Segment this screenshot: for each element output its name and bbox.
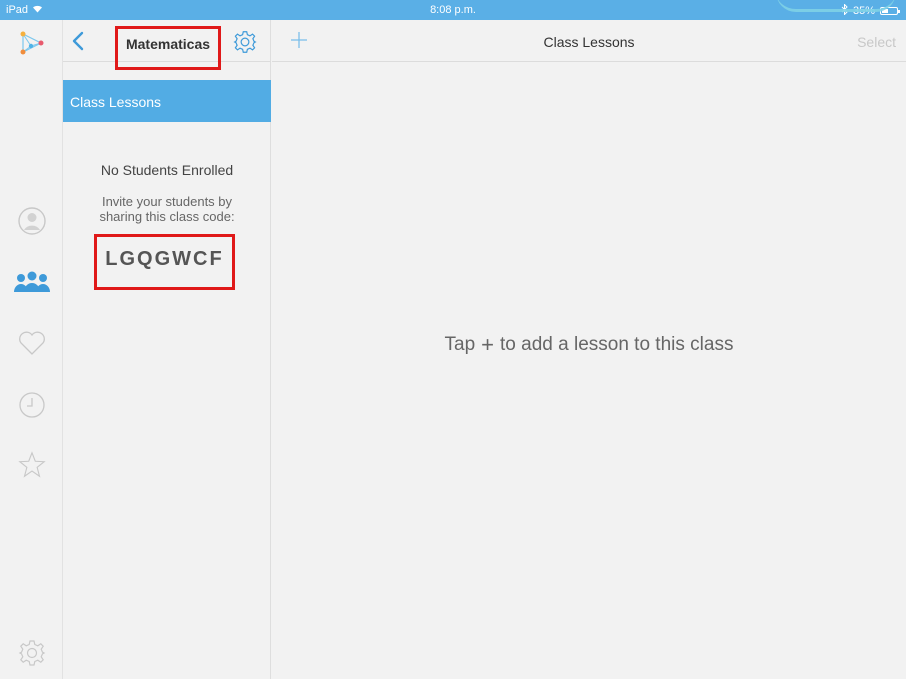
class-settings-button[interactable] (233, 30, 257, 54)
no-students-label: No Students Enrolled (100, 162, 234, 178)
app-logo-icon[interactable] (17, 28, 47, 58)
back-button[interactable] (69, 30, 89, 52)
back-chevron-icon (72, 31, 84, 51)
class-header: Matematicas (63, 20, 271, 70)
status-bar: iPad 8:08 p.m. 35% (0, 0, 906, 20)
class-title-highlight: Matematicas (115, 26, 221, 70)
favorites-icon[interactable] (17, 328, 47, 358)
profile-icon[interactable] (17, 206, 47, 236)
class-code: LGQGWCF (105, 248, 224, 270)
select-button[interactable]: Select (857, 34, 896, 50)
sidebar-rail (0, 20, 63, 679)
hint-prefix: Tap (444, 334, 476, 355)
corner-decoration (776, 0, 896, 12)
hint-plus-glyph: + (481, 332, 495, 357)
status-time: 8:08 p.m. (430, 4, 476, 16)
lessons-main: Class Lessons Select Tap + to add a less… (272, 20, 906, 679)
history-icon[interactable] (17, 390, 47, 420)
page-title: Class Lessons (543, 34, 635, 50)
class-code-highlight: LGQGWCF (94, 234, 235, 290)
enrollment-info: No Students Enrolled Invite your student… (63, 162, 271, 224)
class-panel: Matematicas Class Lessons No Students En… (63, 20, 271, 679)
starred-icon[interactable] (17, 450, 47, 480)
gear-icon (233, 31, 257, 53)
app-screen: iPad 8:08 p.m. 35% Matematicas Class Les… (0, 0, 906, 679)
hint-suffix: to add a lesson to this class (500, 334, 734, 355)
main-header: Class Lessons Select (272, 20, 906, 62)
settings-icon[interactable] (17, 638, 47, 668)
class-title[interactable]: Matematicas (126, 36, 210, 52)
invite-text: Invite your students by sharing this cla… (99, 194, 235, 224)
classes-icon[interactable] (12, 268, 52, 298)
class-lessons-item[interactable]: Class Lessons (63, 80, 271, 122)
empty-state-hint: Tap + to add a lesson to this class (272, 332, 906, 358)
